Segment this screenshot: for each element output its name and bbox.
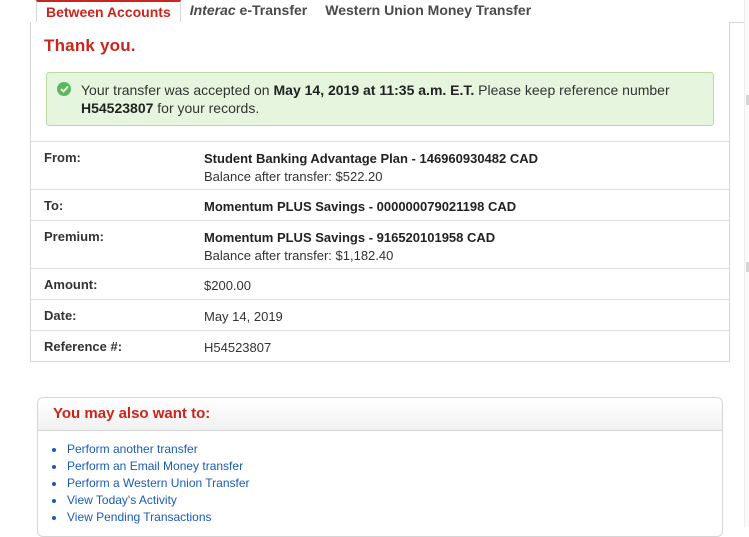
detail-row-date: Date: May 14, 2019 xyxy=(31,299,729,331)
from-label: From: xyxy=(44,150,81,165)
link-pending-transactions[interactable]: View Pending Transactions xyxy=(67,510,212,524)
alert-text-2: Please keep reference number xyxy=(474,82,670,98)
tab-interac-brand: Interac xyxy=(189,2,236,18)
detail-row-from: From: Student Banking Advantage Plan - 1… xyxy=(31,141,729,190)
from-value: Student Banking Advantage Plan - 1469609… xyxy=(204,150,538,186)
amount-label: Amount: xyxy=(44,277,98,292)
alert-reference: H54523807 xyxy=(81,100,154,116)
list-item: Perform an Email Money transfer xyxy=(52,458,722,475)
reference-value: H54523807 xyxy=(204,340,272,355)
related-actions-list: Perform another transfer Perform an Emai… xyxy=(38,431,722,526)
success-alert: Your transfer was accepted on May 14, 20… xyxy=(46,72,714,126)
tab-interac-label: e-Transfer xyxy=(235,2,308,18)
tab-western-union[interactable]: Western Union Money Transfer xyxy=(316,0,540,22)
detail-row-premium: Premium: Momentum PLUS Savings - 9165201… xyxy=(31,220,729,269)
page-title: Thank you. xyxy=(44,36,136,55)
transfer-tabs: Between Accounts Interac e-Transfer West… xyxy=(36,0,540,22)
amount-value: $200.00 xyxy=(204,278,251,293)
detail-row-to: To: Momentum PLUS Savings - 000000079021… xyxy=(31,189,729,221)
to-value: Momentum PLUS Savings - 000000079021198 … xyxy=(204,198,516,216)
premium-balance: Balance after transfer: $1,182.40 xyxy=(204,248,394,263)
alert-datetime: May 14, 2019 at 11:35 a.m. E.T. xyxy=(273,82,475,98)
date-value: May 14, 2019 xyxy=(204,309,283,324)
link-todays-activity[interactable]: View Today's Activity xyxy=(67,493,177,507)
from-balance: Balance after transfer: $522.20 xyxy=(204,169,383,184)
detail-row-reference: Reference #: H54523807 xyxy=(31,330,729,362)
related-actions-box: You may also want to: Perform another tr… xyxy=(37,397,723,537)
tab-interac-etransfer[interactable]: Interac e-Transfer xyxy=(181,0,317,22)
to-account: Momentum PLUS Savings - 000000079021198 … xyxy=(204,199,517,214)
tab-between-accounts[interactable]: Between Accounts xyxy=(36,0,181,22)
alert-text-3: for your records. xyxy=(153,100,260,116)
detail-row-amount: Amount: $200.00 xyxy=(31,268,729,300)
list-item: Perform a Western Union Transfer xyxy=(52,475,722,492)
premium-label: Premium: xyxy=(44,229,104,244)
premium-account: Momentum PLUS Savings - 916520101958 CAD xyxy=(204,230,496,245)
premium-value: Momentum PLUS Savings - 916520101958 CAD… xyxy=(204,229,495,265)
reference-label: Reference #: xyxy=(44,339,123,354)
date-label: Date: xyxy=(44,308,77,323)
to-label: To: xyxy=(44,198,64,213)
related-actions-title: You may also want to: xyxy=(38,398,722,431)
list-item: View Pending Transactions xyxy=(52,509,722,526)
alert-text-1: Your transfer was accepted on xyxy=(81,82,274,98)
link-western-union-transfer[interactable]: Perform a Western Union Transfer xyxy=(67,476,250,490)
check-circle-icon xyxy=(57,82,71,96)
link-another-transfer[interactable]: Perform another transfer xyxy=(67,442,198,456)
list-item: Perform another transfer xyxy=(52,441,722,458)
list-item: View Today's Activity xyxy=(52,492,722,509)
link-email-money-transfer[interactable]: Perform an Email Money transfer xyxy=(67,459,243,473)
from-account: Student Banking Advantage Plan - 1469609… xyxy=(204,151,539,166)
